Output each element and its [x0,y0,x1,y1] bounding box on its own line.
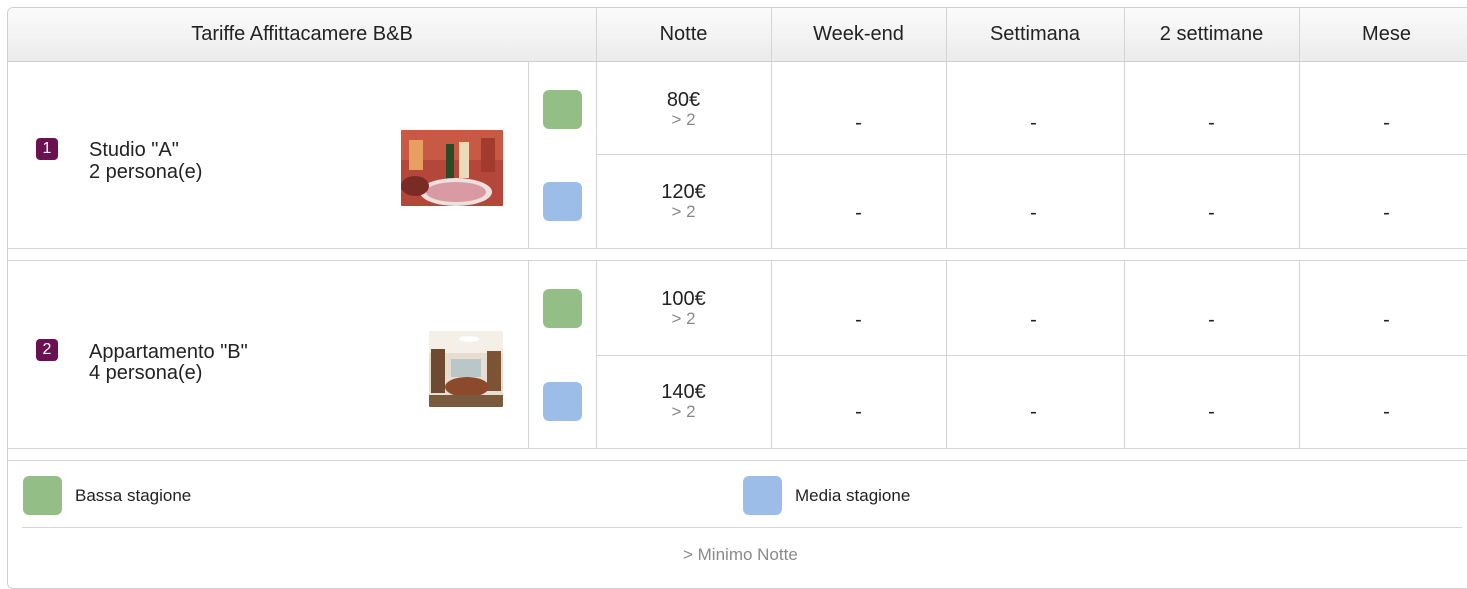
min-nights: > 2 [671,202,696,221]
legend-bassa-stagione: Bassa stagione [75,486,192,505]
price-value: 140€ [661,381,706,403]
row-separator [8,248,1467,261]
price-weekend: - [855,309,862,331]
room-row: 2 Appartamento "B" 4 persona(e) 100€ > 2… [8,261,1467,448]
room-photo[interactable] [429,331,503,407]
price-settimana: - [1030,401,1037,423]
min-nights: > 2 [671,402,696,421]
price-weekend: - [855,112,862,134]
minimum-nights-note: > Minimo Notte [683,545,798,564]
swatch-media-stagione [543,182,582,221]
room-number-badge: 2 [36,339,58,361]
room-photo[interactable] [401,130,503,206]
header-settimana: Settimana [989,23,1081,45]
legend-swatch-bassa [23,476,62,515]
rates-table: Tariffe Affittacamere B&B Notte Week-end… [7,7,1467,589]
header-mese: Mese [1362,23,1411,45]
price-value: 80€ [666,89,701,111]
legend-swatch-media [743,476,782,515]
price-notte: 140€ > 2 [596,381,771,421]
price-notte: 80€ > 2 [596,89,771,129]
header-weekend: Week-end [813,23,904,45]
swatch-bassa-stagione [543,90,582,129]
price-notte: 100€ > 2 [596,288,771,328]
room-name: Studio "A" [89,139,179,161]
price-settimana: - [1030,112,1037,134]
header-title: Tariffe Affittacamere B&B [191,23,413,45]
swatch-media-stagione [543,382,582,421]
price-2-settimane: - [1208,401,1215,423]
price-2-settimane: - [1208,309,1215,331]
price-mese: - [1383,112,1390,134]
price-value: 100€ [661,288,706,310]
room-capacity: 4 persona(e) [89,362,203,384]
price-mese: - [1383,202,1390,224]
price-settimana: - [1030,309,1037,331]
room-name: Appartamento "B" [89,341,248,363]
room-capacity: 2 persona(e) [89,161,203,183]
price-2-settimane: - [1208,202,1215,224]
min-nights: > 2 [671,110,696,129]
swatch-bassa-stagione [543,289,582,328]
price-notte: 120€ > 2 [596,181,771,221]
header-notte: Notte [659,23,708,45]
price-mese: - [1383,401,1390,423]
min-nights: > 2 [671,309,696,328]
room-number-badge: 1 [36,138,58,160]
price-settimana: - [1030,202,1037,224]
price-weekend: - [855,202,862,224]
table-header: Tariffe Affittacamere B&B Notte Week-end… [8,8,1467,62]
price-2-settimane: - [1208,112,1215,134]
price-mese: - [1383,309,1390,331]
header-2-settimane: 2 settimane [1159,23,1264,45]
row-separator [8,448,1467,461]
legend-media-stagione: Media stagione [795,486,911,505]
price-weekend: - [855,401,862,423]
room-row: 1 Studio "A" 2 persona(e) 80€ > 2 - - - … [8,62,1467,248]
price-value: 120€ [661,181,706,203]
